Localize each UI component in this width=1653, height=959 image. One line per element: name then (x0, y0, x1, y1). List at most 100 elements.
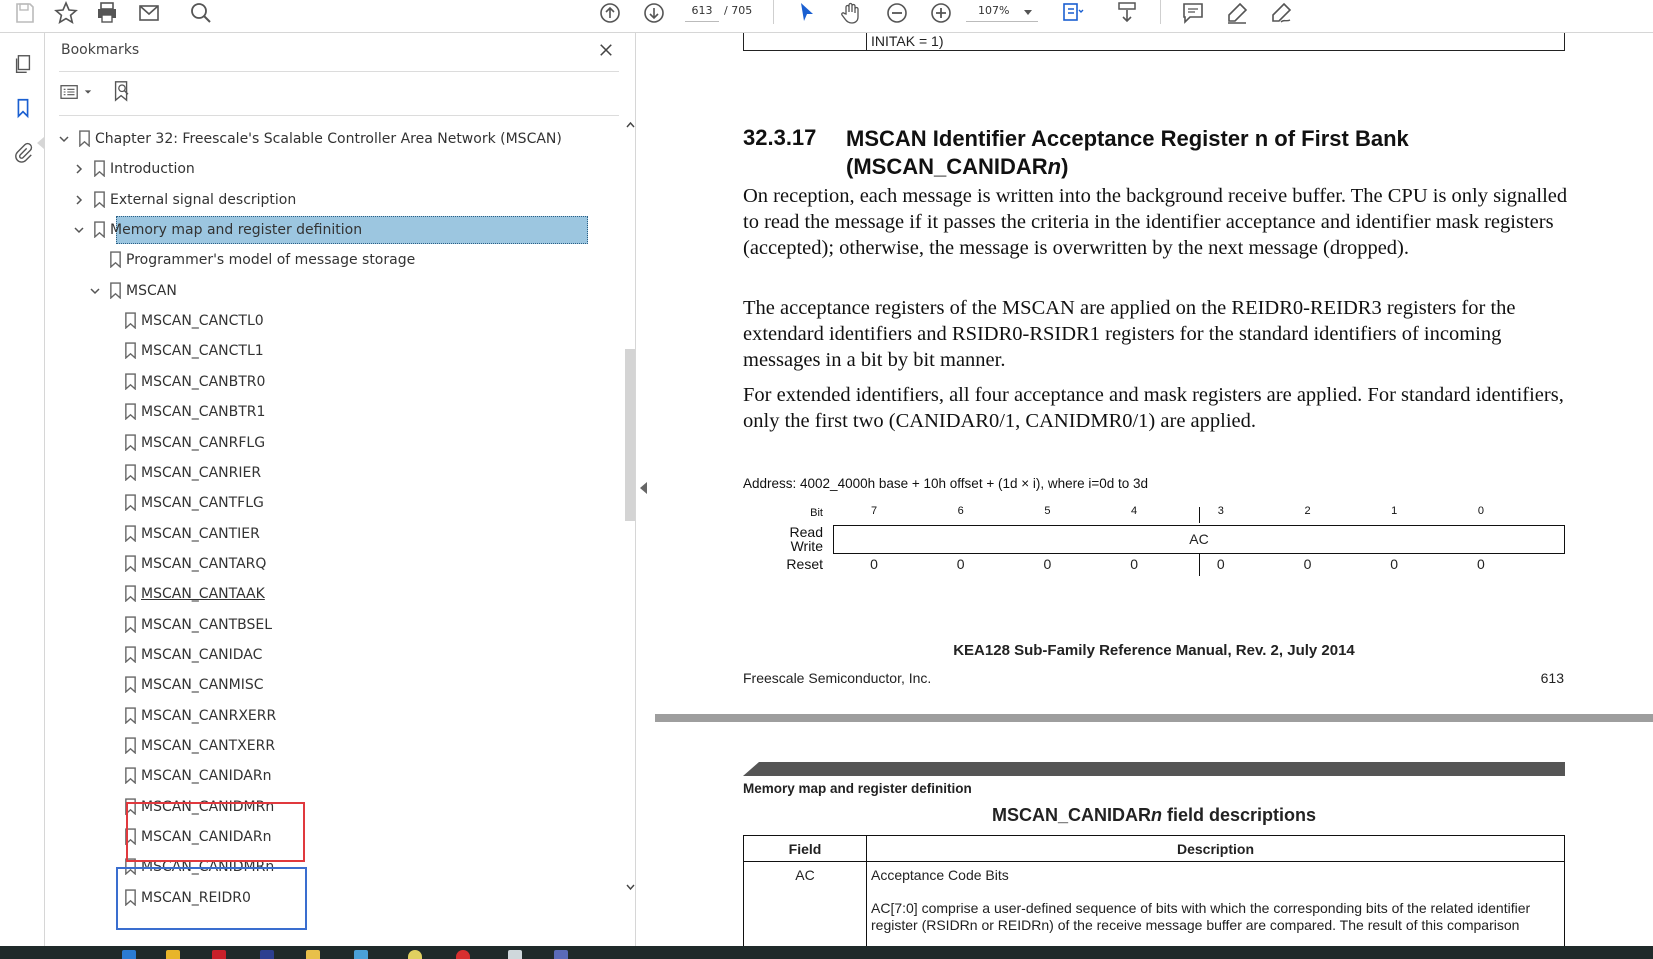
print-icon[interactable] (94, 0, 120, 26)
table-title-b: field descriptions (1161, 805, 1317, 825)
bookmark-item[interactable]: MSCAN_CANIDARn (45, 761, 617, 791)
page-down-icon[interactable] (641, 0, 667, 26)
bookmark-label: MSCAN_CANRIER (141, 464, 262, 481)
bookmark-label: MSCAN_CANTIER (141, 525, 260, 542)
chevron-down-icon[interactable] (57, 132, 71, 146)
taskbar-app-icon[interactable] (408, 950, 422, 959)
bookmark-icon (93, 160, 107, 178)
zoom-value: 107% (978, 4, 1010, 17)
reset-value: 0 (870, 556, 878, 572)
panel-splitter[interactable] (635, 33, 655, 946)
navigation-rail (0, 33, 45, 946)
bookmark-item[interactable]: MSCAN_CANBTR0 (45, 367, 617, 397)
bookmark-item[interactable]: External signal description (45, 185, 617, 215)
collapse-arrow-icon[interactable] (640, 482, 647, 494)
bookmark-item[interactable]: Memory map and register definition (45, 215, 617, 245)
panel-title: Bookmarks (61, 42, 140, 58)
bookmark-item[interactable]: MSCAN_CANCTL1 (45, 336, 617, 366)
pages-icon[interactable] (10, 51, 36, 77)
bookmark-item[interactable]: Programmer's model of message storage (45, 245, 617, 275)
bookmark-icon (124, 312, 138, 330)
document-view: INITAK = 1) 32.3.17 MSCAN Identifier Acc… (655, 33, 1653, 946)
find-icon[interactable] (188, 0, 214, 26)
taskbar-app-icon[interactable] (354, 950, 368, 959)
bookmark-item[interactable]: MSCAN_CANRFLG (45, 428, 617, 458)
bookmark-item[interactable]: Chapter 32: Freescale's Scalable Control… (45, 124, 617, 154)
taskbar-app-icon[interactable] (212, 950, 226, 959)
taskbar-app-icon[interactable] (306, 950, 320, 959)
running-head-band (743, 762, 1565, 776)
bookmark-item[interactable]: MSCAN_CANRIER (45, 458, 617, 488)
bookmark-item[interactable]: MSCAN_CANTBSEL (45, 610, 617, 640)
bookmark-item[interactable]: MSCAN_CANIDAC (45, 640, 617, 670)
bookmark-item[interactable]: MSCAN_CANTAAK (45, 579, 617, 609)
bookmark-item[interactable]: MSCAN_CANTFLG (45, 488, 617, 518)
taskbar-app-icon[interactable] (166, 950, 180, 959)
register-field-box: AC (833, 525, 1565, 554)
reset-value: 0 (1390, 556, 1399, 572)
taskbar-app-icon[interactable] (260, 950, 274, 959)
table-cell-desc-title: Acceptance Code Bits (871, 867, 1009, 883)
panel-divider (59, 115, 619, 116)
table-divider (866, 33, 867, 51)
bookmark-item[interactable]: MSCAN_CANTXERR (45, 731, 617, 761)
mail-icon[interactable] (136, 0, 162, 26)
bookmark-item[interactable]: MSCAN_CANMISC (45, 670, 617, 700)
close-icon[interactable] (597, 41, 615, 59)
taskbar-app-icon[interactable] (508, 950, 522, 959)
bookmark-item[interactable]: Introduction (45, 154, 617, 184)
find-bookmark-button[interactable] (111, 80, 135, 104)
table-cell-desc-body: AC[7:0] comprise a user-defined sequence… (871, 900, 1531, 933)
chevron-down-icon[interactable] (88, 284, 102, 298)
active-panel-indicator (37, 137, 44, 149)
nibble-divider (1199, 554, 1200, 576)
reset-value: 0 (1043, 556, 1052, 572)
bookmark-icon (124, 707, 138, 725)
scroll-icon[interactable] (1114, 0, 1140, 26)
bookmark-search-icon (114, 81, 129, 102)
fit-icon[interactable] (1058, 0, 1088, 26)
bookmark-item[interactable]: MSCAN_CANRXERR (45, 701, 617, 731)
bookmark-label: External signal description (110, 191, 297, 208)
bookmark-item[interactable]: MSCAN_CANTIER (45, 519, 617, 549)
scroll-up-icon (626, 121, 635, 128)
star-icon[interactable] (53, 0, 79, 26)
scroll-thumb[interactable] (625, 349, 635, 521)
bookmark-label: MSCAN_CANIDAC (141, 646, 263, 663)
chevron-right-icon[interactable] (72, 162, 86, 176)
bookmark-icon (124, 646, 138, 664)
bookmark-icon (109, 251, 123, 269)
bookmarks-icon[interactable] (10, 95, 36, 121)
comment-icon[interactable] (1180, 0, 1206, 26)
select-arrow-icon[interactable] (794, 0, 820, 26)
page-gap (655, 714, 1653, 722)
attachments-icon[interactable] (10, 140, 36, 166)
bookmark-item[interactable]: MSCAN_CANTARQ (45, 549, 617, 579)
sign-icon[interactable] (1268, 0, 1294, 26)
bookmark-item[interactable]: MSCAN_CANBTR1 (45, 397, 617, 427)
options-menu-button[interactable] (59, 81, 95, 103)
section-title-n: n (1047, 154, 1062, 179)
save-icon[interactable] (12, 0, 38, 26)
bookmark-icon (124, 403, 138, 421)
chevron-right-icon[interactable] (72, 193, 86, 207)
zoom-out-icon[interactable] (884, 0, 910, 26)
zoom-select[interactable]: 107% (966, 2, 1038, 22)
bookmark-label: MSCAN_CANTFLG (141, 495, 264, 512)
toolbar-divider (1160, 0, 1161, 24)
taskbar-app-icon[interactable] (122, 950, 136, 959)
reset-value: 0 (1216, 556, 1225, 572)
page-number-input[interactable]: 613 (685, 2, 719, 22)
zoom-in-icon[interactable] (928, 0, 954, 26)
scroll-down-icon (626, 884, 635, 891)
highlight-icon[interactable] (1224, 0, 1250, 26)
bookmark-icon (124, 464, 138, 482)
page-up-icon[interactable] (597, 0, 623, 26)
taskbar-app-icon[interactable] (456, 950, 470, 959)
bookmark-item[interactable]: MSCAN (45, 276, 617, 306)
bookmark-item[interactable]: MSCAN_CANCTL0 (45, 306, 617, 336)
hand-icon[interactable] (838, 0, 864, 26)
chevron-down-icon[interactable] (72, 223, 86, 237)
taskbar-app-icon[interactable] (554, 950, 568, 959)
bookmark-icon (124, 615, 138, 634)
